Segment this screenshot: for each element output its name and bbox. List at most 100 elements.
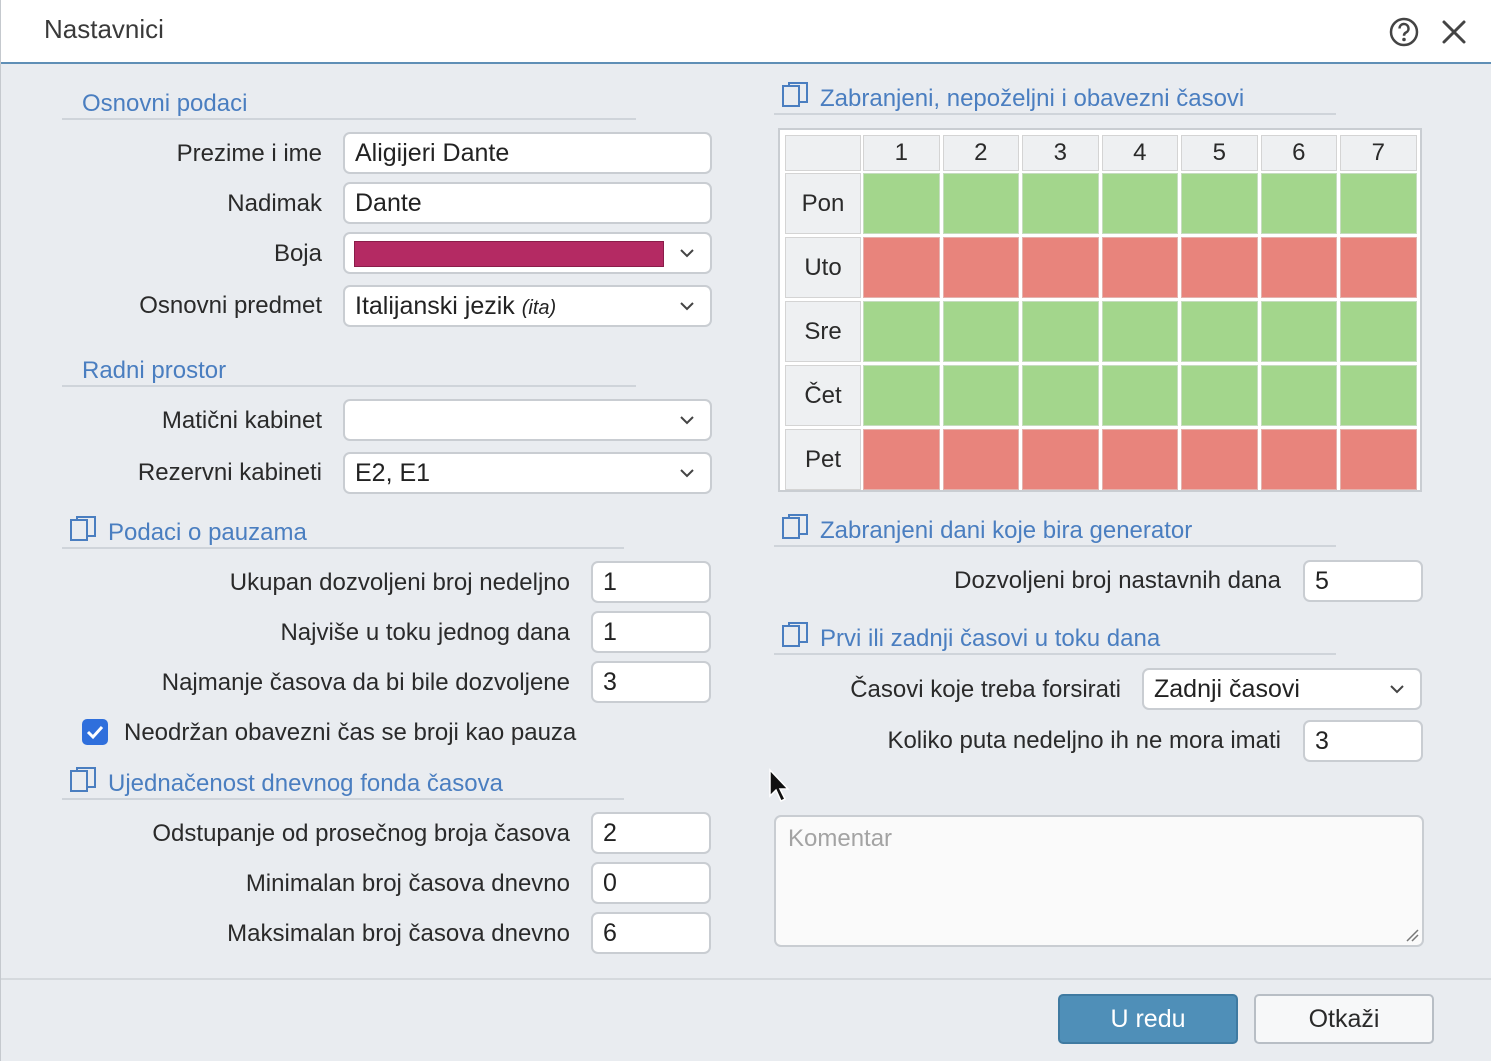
schedule-cell-allowed[interactable] bbox=[1022, 365, 1099, 426]
period-header[interactable]: 2 bbox=[942, 135, 1019, 171]
schedule-cell-allowed[interactable] bbox=[1340, 365, 1417, 426]
schedule-cell-allowed[interactable] bbox=[1101, 301, 1178, 362]
period-header[interactable]: 5 bbox=[1181, 135, 1258, 171]
schedule-cell-allowed[interactable] bbox=[942, 365, 1019, 426]
copy-icon[interactable] bbox=[69, 766, 99, 794]
schedule-cell-allowed[interactable] bbox=[863, 365, 940, 426]
schedule-cell-forbidden[interactable] bbox=[1101, 429, 1178, 490]
divider bbox=[62, 547, 624, 549]
max-daily-label: Maksimalan broj časova dnevno bbox=[227, 920, 570, 947]
force-lessons-value: Zadnji časovi bbox=[1154, 675, 1300, 703]
daily-breaks-label: Najviše u toku jednog dana bbox=[280, 619, 570, 646]
help-icon[interactable] bbox=[1389, 17, 1419, 47]
reserve-cabinets-label: Rezervni kabineti bbox=[137, 459, 322, 486]
schedule-cell-forbidden[interactable] bbox=[942, 237, 1019, 298]
ok-button[interactable]: U redu bbox=[1058, 994, 1238, 1044]
window-title: Nastavnici bbox=[44, 14, 164, 44]
schedule-cell-forbidden[interactable] bbox=[1181, 429, 1258, 490]
day-header[interactable]: Pet bbox=[785, 429, 861, 490]
day-header[interactable]: Čet bbox=[785, 365, 861, 426]
color-swatch bbox=[354, 241, 664, 267]
surname-input[interactable]: Aligijeri Dante bbox=[343, 132, 712, 174]
schedule-cell-allowed[interactable] bbox=[1101, 365, 1178, 426]
copy-icon[interactable] bbox=[781, 81, 811, 109]
resize-handle-icon[interactable] bbox=[1403, 926, 1419, 942]
period-header[interactable]: 3 bbox=[1022, 135, 1099, 171]
subject-select[interactable]: Italijanski jezik (ita) bbox=[343, 285, 712, 327]
nickname-input[interactable]: Dante bbox=[343, 182, 712, 224]
schedule-cell-forbidden[interactable] bbox=[1181, 237, 1258, 298]
title-bar: Nastavnici bbox=[1, 0, 1491, 64]
schedule-cell-allowed[interactable] bbox=[1260, 365, 1337, 426]
home-cabinet-select[interactable] bbox=[343, 399, 712, 441]
max-daily-input[interactable]: 6 bbox=[591, 912, 711, 954]
schedule-cell-allowed[interactable] bbox=[1260, 301, 1337, 362]
period-header[interactable]: 6 bbox=[1260, 135, 1337, 171]
period-header[interactable]: 1 bbox=[863, 135, 940, 171]
comment-textarea[interactable]: Komentar bbox=[774, 815, 1424, 947]
pause-checkbox[interactable] bbox=[82, 719, 108, 745]
section-basic-data: Osnovni podaci bbox=[82, 90, 248, 117]
force-lessons-select[interactable]: Zadnji časovi bbox=[1142, 668, 1422, 710]
reserve-cabinets-value: E2, E1 bbox=[355, 459, 431, 487]
schedule-cell-allowed[interactable] bbox=[1340, 301, 1417, 362]
schedule-cell-allowed[interactable] bbox=[863, 173, 940, 234]
section-forbidden-days: Zabranjeni dani koje bira generator bbox=[820, 517, 1193, 544]
schedule-cell-allowed[interactable] bbox=[1260, 173, 1337, 234]
close-icon[interactable] bbox=[1439, 17, 1469, 47]
reserve-cabinets-select[interactable]: E2, E1 bbox=[343, 452, 712, 494]
schedule-cell-forbidden[interactable] bbox=[863, 237, 940, 298]
copy-icon[interactable] bbox=[781, 513, 811, 541]
teaching-days-input[interactable]: 5 bbox=[1303, 560, 1423, 602]
schedule-cell-forbidden[interactable] bbox=[942, 429, 1019, 490]
color-label: Boja bbox=[273, 240, 322, 267]
schedule-cell-allowed[interactable] bbox=[1022, 173, 1099, 234]
schedule-cell-allowed[interactable] bbox=[1181, 301, 1258, 362]
subject-value: Italijanski jezik bbox=[355, 292, 515, 320]
schedule-cell-allowed[interactable] bbox=[942, 301, 1019, 362]
weekly-breaks-input[interactable]: 1 bbox=[591, 561, 711, 603]
divider bbox=[62, 118, 636, 120]
day-header[interactable]: Sre bbox=[785, 301, 861, 362]
schedule-cell-forbidden[interactable] bbox=[1260, 429, 1337, 490]
schedule-cell-forbidden[interactable] bbox=[1101, 237, 1178, 298]
schedule-cell-allowed[interactable] bbox=[1181, 365, 1258, 426]
schedule-cell-forbidden[interactable] bbox=[1022, 237, 1099, 298]
min-daily-input[interactable]: 0 bbox=[591, 862, 711, 904]
schedule-cell-allowed[interactable] bbox=[863, 301, 940, 362]
schedule-cell-forbidden[interactable] bbox=[863, 429, 940, 490]
schedule-cell-forbidden[interactable] bbox=[1340, 237, 1417, 298]
chevron-down-icon bbox=[1390, 685, 1404, 694]
times-weekly-label: Koliko puta nedeljno ih ne mora imati bbox=[887, 727, 1281, 754]
cancel-button[interactable]: Otkaži bbox=[1254, 994, 1434, 1044]
day-header[interactable]: Pon bbox=[785, 173, 861, 234]
min-lessons-input[interactable]: 3 bbox=[591, 661, 711, 703]
schedule-cell-forbidden[interactable] bbox=[1340, 429, 1417, 490]
divider bbox=[774, 545, 1336, 547]
copy-icon[interactable] bbox=[69, 515, 99, 543]
schedule-cell-allowed[interactable] bbox=[942, 173, 1019, 234]
copy-icon[interactable] bbox=[781, 621, 811, 649]
times-weekly-input[interactable]: 3 bbox=[1303, 720, 1423, 762]
schedule-cell-allowed[interactable] bbox=[1101, 173, 1178, 234]
teachers-dialog: Nastavnici Osnovni podaci Prezime i ime … bbox=[0, 0, 1491, 1061]
period-header[interactable]: 4 bbox=[1101, 135, 1178, 171]
period-header[interactable]: 7 bbox=[1340, 135, 1417, 171]
comment-placeholder: Komentar bbox=[788, 825, 893, 852]
schedule-cell-allowed[interactable] bbox=[1022, 301, 1099, 362]
daily-breaks-input[interactable]: 1 bbox=[591, 611, 711, 653]
section-workspace: Radni prostor bbox=[82, 357, 227, 384]
weekly-breaks-label: Ukupan dozvoljeni broj nedeljno bbox=[229, 569, 570, 596]
schedule-cell-forbidden[interactable] bbox=[1260, 237, 1337, 298]
pause-checkbox-label[interactable]: Neodržan obavezni čas se broji kao pauza bbox=[124, 719, 576, 747]
grid-corner bbox=[785, 135, 861, 171]
schedule-cell-allowed[interactable] bbox=[1340, 173, 1417, 234]
divider bbox=[774, 113, 1336, 115]
schedule-cell-allowed[interactable] bbox=[1181, 173, 1258, 234]
color-select[interactable] bbox=[343, 232, 712, 274]
schedule-cell-forbidden[interactable] bbox=[1022, 429, 1099, 490]
home-cabinet-label: Matični kabinet bbox=[161, 407, 322, 434]
deviation-input[interactable]: 2 bbox=[591, 812, 711, 854]
day-header[interactable]: Uto bbox=[785, 237, 861, 298]
nickname-label: Nadimak bbox=[227, 190, 322, 217]
